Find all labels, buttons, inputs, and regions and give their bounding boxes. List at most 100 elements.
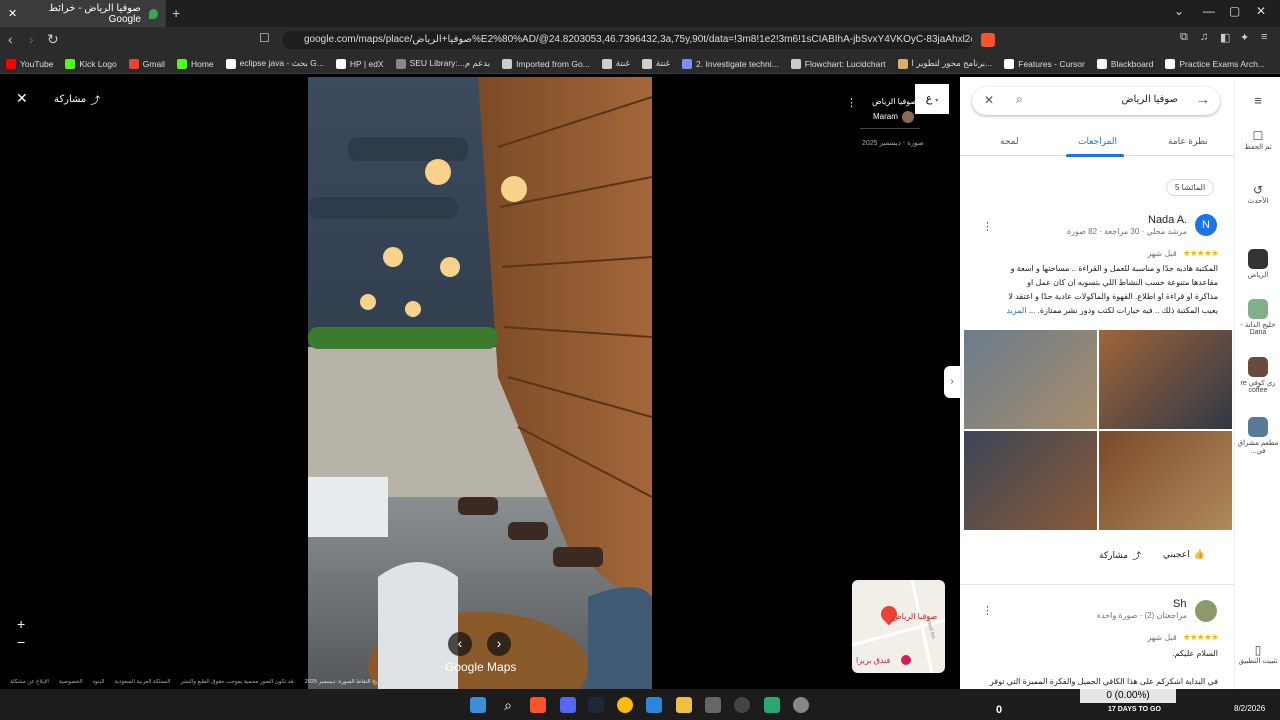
directions-icon[interactable]: → xyxy=(1196,91,1210,107)
tab-overview[interactable]: نظرة عامة xyxy=(1168,136,1208,147)
bookmark-label: HP | edX xyxy=(349,58,384,69)
search-icon[interactable]: ⌕ xyxy=(1016,92,1023,107)
rail-menu[interactable]: ≡ xyxy=(1235,93,1280,108)
previous-photo-button[interactable]: ‹ xyxy=(448,632,472,656)
rail-install-app[interactable]: ▯ تثبيت التطبيق xyxy=(1235,643,1280,665)
bookmark-label: Imported from Go... xyxy=(516,58,590,69)
tab-search-icon[interactable]: ⌄ xyxy=(1174,4,1184,18)
rail-recent[interactable]: ↺ الأحدث xyxy=(1235,183,1280,205)
sidebar-icon[interactable]: ◧ xyxy=(1220,31,1230,44)
bookmark-item[interactable]: SEU Library:...بدعم م xyxy=(395,58,490,69)
like-button[interactable]: اعجبني 👍 xyxy=(1163,549,1205,560)
back-icon[interactable]: ‹ xyxy=(8,31,13,47)
review-share-button[interactable]: مشاركة ⤴ xyxy=(1099,549,1141,562)
brave-shield-icon[interactable] xyxy=(981,33,995,47)
bookmark-item[interactable]: Kick Logo xyxy=(65,58,117,69)
photo-author[interactable]: Maram xyxy=(873,112,898,121)
search-taskbar-icon[interactable]: ⌕ xyxy=(500,697,516,713)
extensions-icon[interactable]: ⧉ xyxy=(1180,31,1188,44)
chatgpt-icon[interactable] xyxy=(793,697,809,713)
close-window-icon[interactable]: ✕ xyxy=(1256,4,1266,18)
read-more-link[interactable]: المزيد xyxy=(1006,306,1026,315)
minimize-icon[interactable]: — xyxy=(1203,4,1215,18)
forward-icon[interactable]: › xyxy=(29,31,34,47)
bookmark-item[interactable]: Flowchart: Lucidchart xyxy=(790,58,886,69)
terms-link[interactable]: البنود xyxy=(93,679,105,685)
address-bar[interactable]: google.com/maps/place/صوفيا+الرياض%E2%80… xyxy=(282,31,972,49)
github-icon[interactable] xyxy=(734,697,750,713)
reload-icon[interactable]: ↻ xyxy=(47,31,59,48)
reviewer-avatar[interactable]: N xyxy=(1195,214,1217,236)
tab-reviews[interactable]: المراجعات xyxy=(1078,136,1117,147)
review-divider xyxy=(960,584,1234,585)
rail-saved-label: تم الحفظ xyxy=(1244,144,1272,151)
whatsapp-icon[interactable] xyxy=(764,697,780,713)
review-photo[interactable] xyxy=(964,330,1097,429)
zoom-out-button[interactable]: − xyxy=(17,634,25,650)
review-greeting: السلام عليكم. xyxy=(1172,649,1218,658)
bookmark-item[interactable]: Home xyxy=(176,58,214,69)
cafe-interior-photo[interactable] xyxy=(308,77,652,689)
bookmark-item[interactable]: YouTube xyxy=(6,58,53,69)
menu-icon[interactable]: ≡ xyxy=(1261,31,1267,43)
share-button[interactable]: مشاركة ⤴ xyxy=(54,92,100,107)
bookmark-item[interactable]: Features - Cursor xyxy=(1004,58,1085,69)
bookmark-item[interactable]: 2. Investigate techni... xyxy=(682,58,779,69)
rail-dana[interactable]: خليج الدانة - Dana xyxy=(1235,299,1280,336)
report-link[interactable]: الإبلاغ عن مشكلة xyxy=(10,679,49,685)
more-options-icon[interactable]: ⋮ xyxy=(846,96,857,109)
bookmark-item[interactable]: HP | edX xyxy=(335,58,384,69)
windows-start-icon[interactable] xyxy=(470,697,486,713)
reviewer-avatar[interactable] xyxy=(1195,600,1217,622)
minimap[interactable]: صوفيا الرياض Ahmad Ibn فندق بريرا xyxy=(852,580,945,673)
maximize-icon[interactable]: ▢ xyxy=(1229,4,1240,18)
bookmark-item[interactable]: Blackboard xyxy=(1096,58,1153,69)
close-viewer-icon[interactable]: ✕ xyxy=(16,90,28,107)
new-tab-button[interactable]: + xyxy=(172,5,180,21)
review-photo[interactable] xyxy=(1099,330,1232,429)
tab-about[interactable]: لمحة xyxy=(1000,136,1019,147)
tab-strip xyxy=(0,0,1280,27)
rail-recoffee[interactable]: ري كوفي re coffee xyxy=(1235,357,1280,394)
author-avatar[interactable]: ع ▾ xyxy=(915,84,949,114)
reviewer-name[interactable]: Sh xyxy=(1173,598,1186,610)
discord-icon[interactable] xyxy=(560,697,576,713)
bookmark-item[interactable]: برنامج محور لتطوير ا... xyxy=(897,58,992,69)
file-explorer-icon[interactable] xyxy=(676,697,692,713)
zoom-in-button[interactable]: + xyxy=(17,616,25,632)
privacy-link[interactable]: الخصوصية xyxy=(59,679,83,685)
brave-browser-icon[interactable] xyxy=(530,697,546,713)
taskbar-date: 8/2/2026 xyxy=(1234,704,1266,713)
bookmark-item[interactable]: Imported from Go... xyxy=(502,58,590,69)
search-input[interactable]: صوفيا الرياض xyxy=(1060,94,1178,105)
filter-chip[interactable]: المائشا 5 xyxy=(1166,179,1215,196)
rail-saved[interactable]: ☐ تم الحفظ xyxy=(1235,129,1280,151)
review-body: المكتبة هاديه جدًا و مناسبة للعمل و القر… xyxy=(1008,264,1218,315)
rail-restaurant[interactable]: مطعم مشراق في... xyxy=(1235,417,1280,455)
chrome-icon[interactable] xyxy=(617,697,633,713)
review-options-icon[interactable]: ⋮ xyxy=(982,220,993,233)
bookmark-item[interactable]: غنتة xyxy=(601,58,630,69)
review-photo[interactable] xyxy=(964,431,1097,530)
next-photo-button[interactable]: › xyxy=(487,632,511,656)
bookmark-favicon-icon xyxy=(1004,58,1015,69)
bookmark-item[interactable]: Gmail xyxy=(128,58,165,69)
collapse-panel-button[interactable]: › xyxy=(944,366,960,398)
bookmark-item[interactable]: Practice Exams Arch... xyxy=(1165,58,1265,69)
photos-icon[interactable] xyxy=(646,697,662,713)
bookmark-icon[interactable]: ☐ xyxy=(259,31,270,45)
steam-icon[interactable] xyxy=(588,697,604,713)
media-icon[interactable]: ♫ xyxy=(1200,31,1208,43)
rail-riyadh[interactable]: الرياض xyxy=(1235,249,1280,279)
app-icon[interactable] xyxy=(705,697,721,713)
bookmark-item[interactable]: eclipse java - بحث G... xyxy=(225,58,324,69)
tab-close-icon[interactable]: ✕ xyxy=(8,7,17,20)
review-options-icon[interactable]: ⋮ xyxy=(982,604,993,617)
reviewer-name[interactable]: Nada A. xyxy=(1148,214,1187,226)
clear-search-icon[interactable]: ✕ xyxy=(984,93,994,107)
star-rating: ★★★★★ xyxy=(1182,248,1219,258)
review-photo[interactable] xyxy=(1099,431,1232,530)
active-tab[interactable]: صوفيا الرياض - خرائط Google ✕ xyxy=(0,0,166,27)
bookmark-item[interactable]: غنتة xyxy=(641,58,670,69)
leo-icon[interactable]: ✦ xyxy=(1240,31,1249,44)
